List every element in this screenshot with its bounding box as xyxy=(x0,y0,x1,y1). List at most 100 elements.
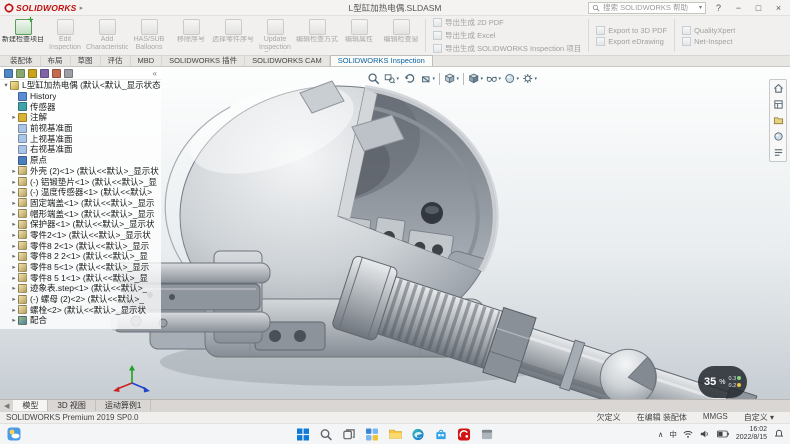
tree-item-arrow[interactable]: ▸ xyxy=(10,252,18,260)
tree-item[interactable]: ▸ (-) 螺母 (2)<2> (默认<<默认>_ xyxy=(7,294,161,305)
solidworks-resources-button[interactable] xyxy=(771,82,785,95)
tree-item-arrow[interactable]: ▸ xyxy=(10,188,18,196)
command-tab[interactable]: 布局 xyxy=(41,56,71,66)
export-button[interactable]: 导出生成 2D PDF xyxy=(433,17,581,28)
tree-item-arrow[interactable]: ▸ xyxy=(10,210,18,218)
help-search-input[interactable]: 搜索 SOLIDWORKS 帮助 ▾ xyxy=(588,2,706,14)
menu-expand-arrow[interactable]: ▸ xyxy=(80,4,84,12)
tree-item-arrow[interactable]: ▸ xyxy=(10,231,18,239)
export-button[interactable]: QualityXpert xyxy=(682,26,735,35)
command-tab[interactable]: SOLIDWORKS CAM xyxy=(245,56,330,66)
section-view-button[interactable] xyxy=(420,71,435,86)
ribbon-button[interactable]: Add Characteristic xyxy=(86,17,128,54)
configurationmanager-tab-icon[interactable] xyxy=(28,69,37,78)
taskbar-clock[interactable]: 16:02 2022/8/15 xyxy=(736,426,767,442)
tree-item-arrow[interactable]: ▸ xyxy=(10,263,18,271)
status-item[interactable]: MMGS xyxy=(703,412,728,423)
ribbon-button[interactable]: 编辑检查窗 xyxy=(380,17,422,54)
maximize-button[interactable]: □ xyxy=(751,1,766,15)
tree-item-arrow[interactable]: ▸ xyxy=(10,274,18,282)
edit-appearance-button[interactable] xyxy=(504,71,519,86)
tree-item-arrow[interactable]: ▸ xyxy=(10,113,18,121)
taskbar-search-icon[interactable] xyxy=(319,427,334,442)
tree-item[interactable]: ▸ 配合 xyxy=(7,315,161,326)
tree-item-arrow[interactable]: ▸ xyxy=(10,167,18,175)
export-button[interactable]: Export eDrawing xyxy=(596,37,667,46)
inspection-tab-icon[interactable] xyxy=(64,69,73,78)
document-tab[interactable]: 模型 xyxy=(13,400,48,411)
panel-collapse-arrow[interactable]: « xyxy=(153,69,157,78)
command-tab[interactable]: 评估 xyxy=(101,56,131,66)
close-button[interactable]: × xyxy=(771,1,786,15)
ribbon-button[interactable]: Edit Inspection xyxy=(44,17,86,54)
volume-icon[interactable] xyxy=(700,427,711,442)
start-button[interactable] xyxy=(296,427,311,442)
app-window-icon[interactable] xyxy=(480,427,495,442)
tree-item[interactable]: ▸ (-) 铝锻垫片<1> (默认<<默认>_显 xyxy=(7,176,161,187)
tree-item[interactable]: ▸ (-) 温度传感器<1> (默认<<默认> xyxy=(7,187,161,198)
search-dropdown-arrow[interactable]: ▾ xyxy=(699,4,702,11)
export-button[interactable]: Net-Inspect xyxy=(682,37,735,46)
tree-item-arrow[interactable]: ▸ xyxy=(10,306,18,314)
zoom-fit-button[interactable] xyxy=(366,71,381,86)
tree-item[interactable]: 传感器 xyxy=(7,101,161,112)
store-icon[interactable] xyxy=(434,427,449,442)
tree-item[interactable]: ▸ 零件8 5<1> (默认<<默认>_显示 xyxy=(7,262,161,273)
tree-root-arrow[interactable]: ▾ xyxy=(2,81,10,89)
tree-root-item[interactable]: ▾ L型缸加热电偶 (默认<默认_显示状态-1 xyxy=(0,80,161,91)
view-orientation-button[interactable] xyxy=(444,71,459,86)
displaymanager-tab-icon[interactable] xyxy=(52,69,61,78)
ribbon-button[interactable]: Update Inspection Project xyxy=(254,17,296,54)
file-explorer-button[interactable] xyxy=(771,114,785,127)
command-tab[interactable]: 草图 xyxy=(71,56,101,66)
command-tab[interactable]: 装配体 xyxy=(3,56,41,66)
solidworks-app-icon[interactable] xyxy=(457,427,472,442)
help-button[interactable]: ? xyxy=(711,1,726,15)
appearances-button[interactable] xyxy=(771,130,785,143)
tree-item-arrow[interactable]: ▸ xyxy=(10,178,18,186)
tree-item[interactable]: 右视基准面 xyxy=(7,144,161,155)
status-item[interactable]: 自定义 ▾ xyxy=(744,412,774,423)
tree-item[interactable]: ▸ 迹象表.step<1> (默认<<默认>_ xyxy=(7,283,161,294)
propertymanager-tab-icon[interactable] xyxy=(16,69,25,78)
command-tab[interactable]: SOLIDWORKS Inspection xyxy=(330,55,433,66)
ribbon-button[interactable]: 编辑检查方式 xyxy=(296,17,338,54)
tree-item[interactable]: ▸ 零件2<1> (默认<<默认>_显示状 xyxy=(7,230,161,241)
tree-item[interactable]: ▸ 注解 xyxy=(7,112,161,123)
previous-view-button[interactable] xyxy=(402,71,417,86)
tree-item-arrow[interactable]: ▸ xyxy=(10,316,18,324)
tree-item[interactable]: 前视基准面 xyxy=(7,123,161,134)
battery-icon[interactable] xyxy=(717,427,730,442)
tab-scroll-left[interactable]: ◀ xyxy=(0,400,13,411)
custom-properties-button[interactable] xyxy=(771,146,785,159)
tree-item[interactable]: ▸ 零件8 5 1<1> (默认<<默认>_显 xyxy=(7,272,161,283)
tree-item-arrow[interactable]: ▸ xyxy=(10,284,18,292)
tree-item[interactable]: ▸ 零件8 2<1> (默认<<默认>_显示 xyxy=(7,240,161,251)
status-item[interactable]: 在编辑 装配体 xyxy=(637,412,687,423)
tree-item[interactable]: ▸ 帽形端盖<1> (默认<<默认>_显示 xyxy=(7,208,161,219)
ribbon-button[interactable]: HAS/SUB Balloons xyxy=(128,17,170,54)
tree-item[interactable]: ▸ 螺栓<2> (默认<<默认>_显示状 xyxy=(7,304,161,315)
view-settings-button[interactable] xyxy=(522,71,537,86)
design-library-button[interactable] xyxy=(771,98,785,111)
tree-item-arrow[interactable]: ▸ xyxy=(10,220,18,228)
ime-indicator[interactable]: 中 xyxy=(669,429,677,440)
export-button[interactable]: 导出生成 Excel xyxy=(433,30,581,41)
ribbon-button[interactable]: 移除序号 xyxy=(170,17,212,54)
command-tab[interactable]: MBD xyxy=(131,56,163,66)
document-tab[interactable]: 3D 视图 xyxy=(48,400,95,411)
hide-show-items-button[interactable] xyxy=(486,71,501,86)
tree-item-arrow[interactable]: ▸ xyxy=(10,242,18,250)
widgets-icon[interactable] xyxy=(365,427,380,442)
tree-item[interactable]: ▸ 保护器<1> (默认<<默认>_显示状 xyxy=(7,219,161,230)
document-tab[interactable]: 运动算例1 xyxy=(96,400,151,411)
network-icon[interactable] xyxy=(683,427,694,442)
tray-chevron[interactable]: ∧ xyxy=(658,430,664,439)
task-view-icon[interactable] xyxy=(342,427,357,442)
status-item[interactable]: 欠定义 xyxy=(597,412,621,423)
edge-browser-icon[interactable] xyxy=(411,427,426,442)
command-tab[interactable]: SOLIDWORKS 插件 xyxy=(162,56,245,66)
tree-item[interactable]: ▸ 零件8 2 2<1> (默认<<默认>_显 xyxy=(7,251,161,262)
weather-widget[interactable] xyxy=(6,427,21,442)
display-style-button[interactable] xyxy=(468,71,483,86)
